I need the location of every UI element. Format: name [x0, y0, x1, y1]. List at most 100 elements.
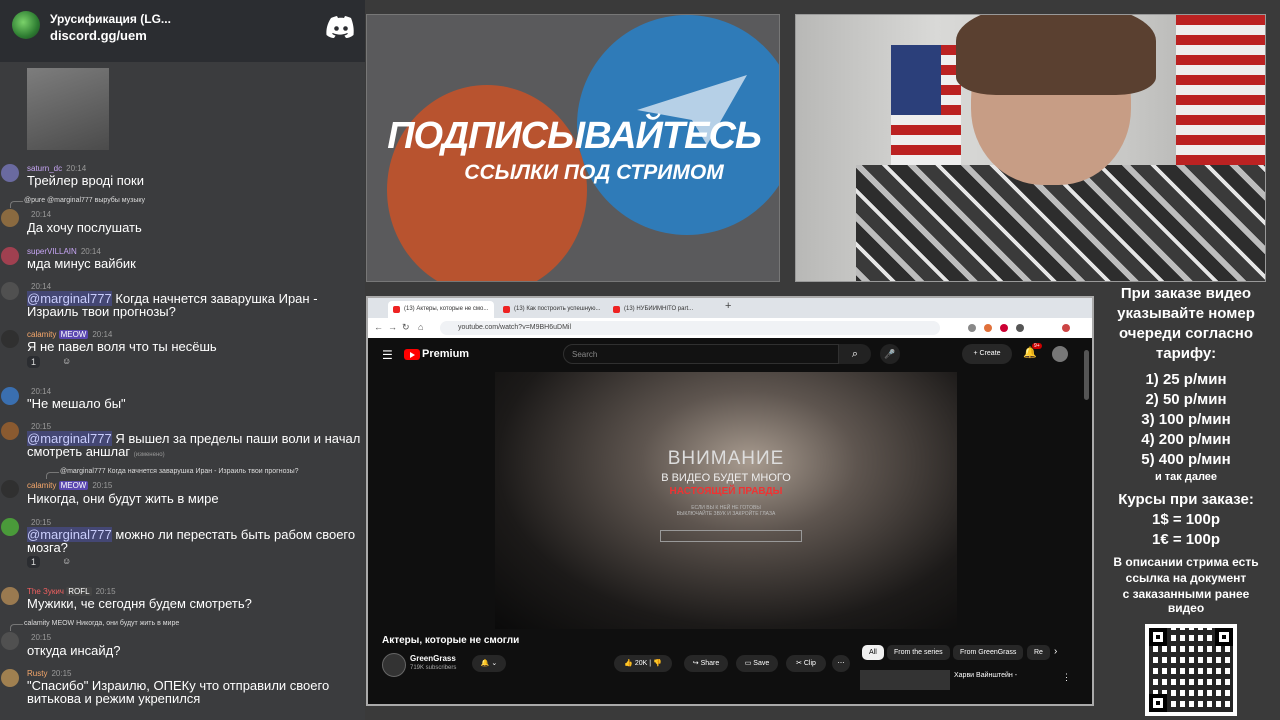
extension-icon[interactable]	[1000, 324, 1008, 332]
chip-from-channel[interactable]: From GreenGrass	[953, 645, 1024, 660]
message-text: Я не павел воля что ты несёшь	[27, 339, 217, 354]
browser-tab[interactable]: (13) НУБИИМНІТО part...	[608, 301, 714, 318]
server-name: Урусификация (LG...	[50, 12, 171, 26]
username: Rusty	[27, 669, 48, 678]
chip-all[interactable]: All	[862, 645, 884, 660]
user-avatar[interactable]	[1052, 346, 1068, 362]
home-icon[interactable]: ⌂	[418, 322, 423, 332]
subscriber-count: 719K subscribers	[410, 665, 457, 671]
video-overlay-text: В ВИДЕО БУДЕТ МНОГО	[661, 472, 791, 484]
notification-badge: 9+	[1032, 343, 1042, 349]
tag-badge: ROFL	[66, 587, 92, 596]
youtube-brand[interactable]: Premium	[422, 348, 469, 360]
reload-icon[interactable]: ↻	[402, 322, 410, 333]
recommended-thumbnail[interactable]	[860, 670, 950, 690]
invite-link: discord.gg/uem	[50, 28, 147, 43]
discord-logo-icon	[326, 16, 354, 38]
timestamp: 20:15	[31, 422, 52, 431]
more-actions-icon[interactable]: ⋯	[832, 655, 850, 672]
reaction[interactable]: 1	[27, 556, 41, 568]
channel-name[interactable]: GreenGrass	[410, 654, 456, 663]
username: The Зукич	[27, 587, 64, 596]
timestamp: 20:14	[31, 282, 52, 291]
clip-button[interactable]: ✂ Clip	[786, 655, 826, 672]
video-overlay-text: ВЫКЛЮЧАЙТЕ ЗВУК И ЗАКРОЙТЕ ГЛАЗА	[676, 511, 776, 517]
video-overlay-text: НАСТОЯЩЕЙ ПРАВДЫ	[669, 486, 783, 497]
timestamp: 20:14	[31, 387, 52, 396]
rate-line: 1€ = 100р	[1152, 531, 1220, 548]
video-player[interactable]: ВНИМАНИЕ В ВИДЕО БУДЕТ МНОГО НАСТОЯЩЕЙ П…	[495, 372, 957, 629]
url-field[interactable]: youtube.com/watch?v=M9BH6uDMil	[440, 321, 940, 335]
search-icon[interactable]: ⌕	[839, 344, 871, 364]
more-vert-icon[interactable]: ⋮	[1062, 672, 1071, 683]
message-text: @marginal777 можно ли перестать быть раб…	[27, 527, 365, 554]
reaction[interactable]: 1	[27, 356, 41, 368]
youtube-logo-icon[interactable]	[404, 349, 420, 360]
reply-preview: @pure @marginal777 вырубы музыку	[9, 197, 146, 208]
recommended-title[interactable]: Харви Вайнштейн -	[954, 672, 1017, 679]
subscribe-bell-button[interactable]: 🔔 ⌄	[472, 655, 506, 672]
like-button[interactable]: 👍 20K | 👎	[614, 655, 672, 672]
avatar	[1, 669, 19, 687]
forward-icon[interactable]: →	[388, 322, 397, 332]
chip-more[interactable]: Re	[1027, 645, 1050, 660]
message-meta: superVILLAIN 20:14	[27, 247, 101, 256]
message-meta: 20:15	[27, 633, 51, 642]
timestamp: 20:15	[95, 587, 116, 596]
tariff-etc: и так далее	[1154, 471, 1218, 483]
search-input[interactable]: Search	[563, 344, 839, 364]
extension-icon[interactable]	[984, 324, 992, 332]
info-line: указывайте номер	[1117, 305, 1255, 322]
profile-icon[interactable]	[1062, 324, 1070, 332]
username: superVILLAIN	[27, 247, 77, 256]
add-reaction-icon[interactable]: ☺	[62, 556, 71, 566]
browser-tab[interactable]: (13) Актеры, которые не смо...	[388, 301, 494, 318]
chevron-right-icon[interactable]: ›	[1054, 646, 1057, 657]
subscribe-banner: ПОДПИСЫВАЙТЕСЬ ССЫЛКИ ПОД СТРИМОМ	[366, 14, 780, 282]
menu-icon[interactable]: ☰	[382, 348, 393, 362]
timestamp: 20:15	[51, 669, 72, 678]
flag-stars	[891, 45, 941, 115]
extension-icon[interactable]	[1016, 324, 1024, 332]
save-button[interactable]: ▭ Save	[736, 655, 778, 672]
message-text: "Спасибо" Израилю, ОПЕКу что отправили с…	[27, 678, 330, 706]
attached-image[interactable]	[27, 68, 109, 150]
new-tab-button[interactable]: +	[725, 300, 731, 312]
browser-tab[interactable]: (13) Как построить успешную...	[498, 301, 604, 318]
reply-preview: @marginal777 Когда начнется заварушка Ир…	[46, 468, 299, 479]
video-overlay-frame	[660, 530, 802, 542]
banner-subtitle: ССЫЛКИ ПОД СТРИМОМ	[464, 161, 724, 184]
extension-icon[interactable]	[968, 324, 976, 332]
tab-bar: (13) Актеры, которые не смо... (13) Как …	[368, 298, 1092, 318]
mic-icon[interactable]: 🎤	[880, 344, 900, 364]
message-meta: 20:15	[27, 422, 51, 431]
info-line: очереди согласно	[1118, 325, 1254, 342]
chip-from-series[interactable]: From the series	[887, 645, 950, 660]
scrollbar[interactable]	[1084, 350, 1089, 400]
share-label: Share	[700, 660, 720, 667]
username: calamity	[27, 330, 57, 339]
tariff-line: 5) 400 р/мин	[1141, 451, 1231, 468]
server-icon	[12, 11, 40, 39]
message-text: "Не мешало бы"	[27, 396, 126, 411]
avatar	[1, 209, 19, 227]
note-line: В описании стрима есть	[1113, 555, 1259, 569]
message-meta: calamity MEOW 20:14	[27, 330, 112, 339]
youtube-header: ☰ Premium Search ⌕ 🎤 + Create 🔔 9+	[368, 338, 1092, 372]
create-button[interactable]: + Create	[962, 344, 1012, 364]
info-line: тарифу:	[1155, 345, 1217, 362]
channel-avatar[interactable]	[382, 653, 406, 677]
share-button[interactable]: ↪ Share	[684, 655, 728, 672]
pricing-info: При заказе видео указывайте номер очеред…	[1098, 284, 1274, 614]
note-line: с заказанными ранее	[1122, 587, 1250, 601]
back-icon[interactable]: ←	[374, 322, 383, 332]
add-reaction-icon[interactable]: ☺	[62, 356, 71, 366]
timestamp: 20:14	[80, 247, 101, 256]
message-text: Трейлер вроді поки	[27, 173, 144, 188]
save-label: Save	[753, 660, 770, 667]
message-meta: 20:14	[27, 387, 51, 396]
streamer-hair	[956, 15, 1156, 95]
tag-badge: MEOW	[58, 330, 89, 339]
timestamp: 20:15	[31, 518, 52, 527]
avatar	[1, 164, 19, 182]
